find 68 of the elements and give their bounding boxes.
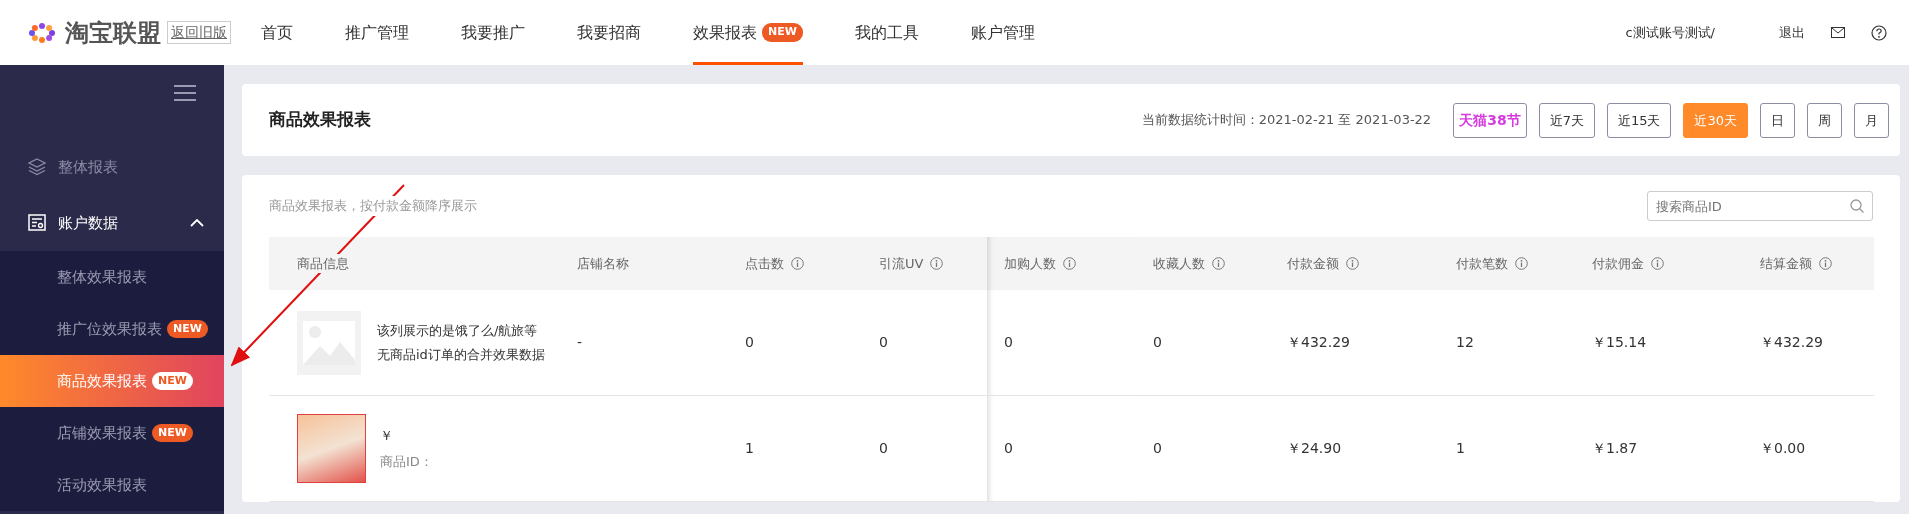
- info-icon: [1346, 257, 1359, 270]
- user-name[interactable]: c测试账号测试/: [1625, 22, 1715, 43]
- product-price: ￥: [380, 427, 394, 445]
- info-icon: [791, 257, 804, 270]
- new-badge: NEW: [152, 423, 193, 443]
- search-icon: [1850, 199, 1864, 213]
- table-cell-text: ￥432.29: [1287, 333, 1350, 352]
- info-icon: [1651, 257, 1664, 270]
- photo-placeholder: [297, 414, 366, 483]
- info-icon: [1819, 257, 1832, 270]
- sidebar-item[interactable]: 整体效果报表: [0, 251, 224, 303]
- table-cell-text: ￥0.00: [1760, 439, 1806, 458]
- range-button[interactable]: 近15天: [1606, 102, 1672, 138]
- table-cell-text: 1: [745, 439, 754, 458]
- product-description: 该列展示的是饿了么/航旅等无商品id订单的合并效果数据: [377, 321, 546, 364]
- mail-icon: [1831, 27, 1845, 38]
- range-button[interactable]: 日: [1760, 102, 1795, 138]
- report-caption: 商品效果报表，按付款金额降序展示: [269, 196, 477, 216]
- date-range-text: 当前数据统计时间：2021-02-21 至 2021-03-22: [1141, 111, 1432, 130]
- nav-tab[interactable]: 效果报表 NEW: [693, 0, 803, 65]
- table-cell-text: -: [577, 333, 583, 352]
- table-cell-text: 0: [1004, 439, 1013, 458]
- report-icon: [28, 214, 46, 232]
- nav-tab[interactable]: 首页: [261, 0, 293, 65]
- page-title: 商品效果报表: [269, 108, 371, 132]
- help-icon: [1871, 24, 1887, 41]
- nav-tab[interactable]: 我的工具: [854, 0, 919, 65]
- sidebar-item[interactable]: 店铺效果报表 NEW: [0, 407, 224, 459]
- table-cell-text: ￥1.87: [1592, 439, 1638, 458]
- new-badge: NEW: [152, 371, 193, 391]
- nav-tab[interactable]: 我要招商: [577, 0, 641, 65]
- nav-tab[interactable]: 推广管理: [345, 0, 409, 65]
- promo-button[interactable]: 天猫38节: [1453, 102, 1527, 138]
- table-cell-text: ￥24.90: [1287, 439, 1342, 458]
- table-cell-text: ￥15.14: [1592, 333, 1647, 352]
- table-cell-text: 0: [1153, 333, 1162, 352]
- table-cell-text: ￥432.29: [1760, 333, 1823, 352]
- sidebar-group[interactable]: 账户数据: [0, 195, 224, 251]
- table-cell-text: 0: [879, 439, 888, 458]
- logout-link[interactable]: 退出: [1779, 22, 1805, 43]
- old-version-link[interactable]: 返回旧版: [167, 21, 231, 44]
- sidebar-item[interactable]: 活动效果报表: [0, 459, 224, 511]
- menu-icon: [174, 85, 196, 101]
- logo-text: 淘宝联盟: [65, 17, 161, 49]
- range-button[interactable]: 周: [1807, 102, 1842, 138]
- search-field[interactable]: 搜索商品ID: [1647, 191, 1873, 221]
- range-button[interactable]: 近7天: [1538, 102, 1595, 138]
- info-icon: [1212, 257, 1225, 270]
- sidebar-group[interactable]: 整体报表: [0, 139, 224, 195]
- new-badge: NEW: [167, 319, 208, 339]
- sidebar-item[interactable]: 推广位效果报表 NEW: [0, 303, 224, 355]
- column-header: 商品信息: [297, 253, 349, 274]
- info-icon: [1515, 257, 1528, 270]
- new-badge: NEW: [762, 23, 803, 42]
- table-cell-text: 0: [1004, 333, 1013, 352]
- table-cell-text: 0: [879, 333, 888, 352]
- layers-icon: [28, 158, 46, 176]
- table-cell-text: 12: [1456, 333, 1474, 352]
- product-id: 商品ID：: [380, 452, 433, 471]
- range-button[interactable]: 月: [1854, 102, 1889, 138]
- logo-icon: [27, 21, 57, 44]
- table-cell-text: 0: [1153, 439, 1162, 458]
- table-cell-text: 0: [745, 333, 754, 352]
- table-cell-text: 1: [1456, 439, 1465, 458]
- info-icon: [930, 257, 944, 270]
- info-icon: [1063, 257, 1076, 270]
- nav-tab[interactable]: 我要推广: [461, 0, 525, 65]
- nav-tab[interactable]: 账户管理: [970, 0, 1035, 65]
